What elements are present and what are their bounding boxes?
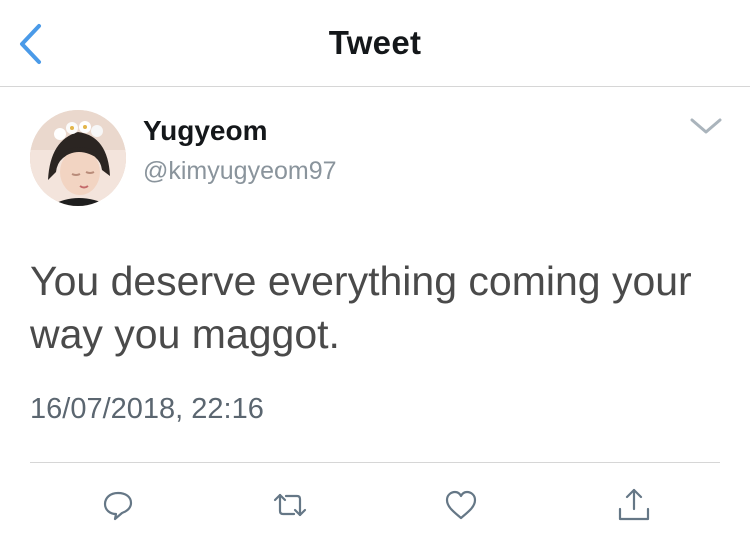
retweet-icon <box>273 493 307 517</box>
page-title: Tweet <box>328 24 422 61</box>
chevron-down-icon <box>690 118 722 134</box>
divider <box>30 462 720 463</box>
reply-button[interactable] <box>98 485 138 525</box>
action-bar <box>0 485 750 525</box>
author-name[interactable]: Yugyeom <box>143 115 267 147</box>
navigation-bar: Tweet <box>0 0 750 87</box>
avatar-image <box>30 110 126 206</box>
tweet-text: You deserve everything coming your way y… <box>30 258 692 357</box>
tweet-menu-button[interactable] <box>689 116 723 136</box>
share-icon <box>618 488 650 521</box>
share-button[interactable] <box>614 485 654 525</box>
avatar[interactable] <box>30 110 126 206</box>
tweet-timestamp: 16/07/2018, 22:16 <box>30 393 264 425</box>
like-button[interactable] <box>441 485 481 525</box>
heart-icon <box>445 490 477 520</box>
reply-icon <box>103 491 133 521</box>
author-handle[interactable]: @kimyugyeom97 <box>143 157 337 186</box>
retweet-button[interactable] <box>270 485 310 525</box>
